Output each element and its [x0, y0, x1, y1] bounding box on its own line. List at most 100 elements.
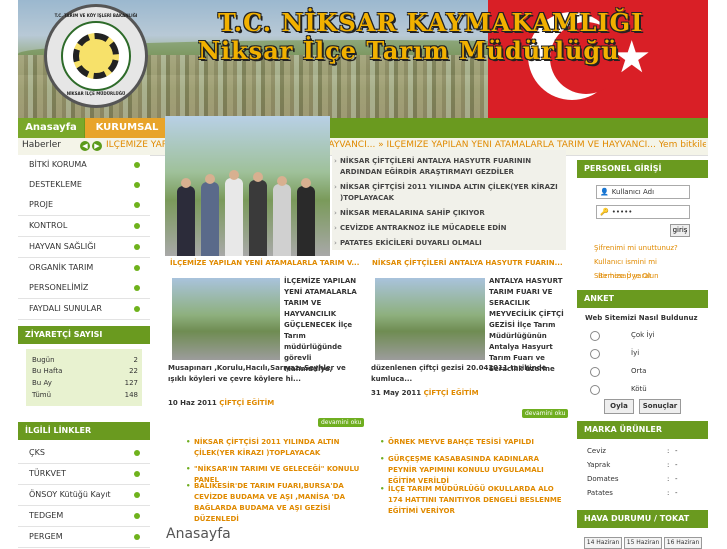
username-input[interactable]: 👤 Kullanıcı Adı — [596, 185, 690, 199]
slideshow-item[interactable]: › CEVİZDE ANTRAKNOZ İLE MÜCADELE EDİN — [334, 223, 562, 234]
sidebar-item-personelimiz[interactable]: PERSONELİMİZ — [18, 278, 150, 299]
article-summary: ANTALYA HASYURT TARIM FUARI VE SERACILIK… — [489, 277, 564, 373]
slideshow-item[interactable]: › NİKSAR ÇİFTÇİSİ 2011 YILINDA ALTIN ÇİLE… — [334, 182, 562, 204]
weather-tab[interactable]: 16 Haziran — [664, 537, 702, 549]
sidebar-item-bitki-koruma[interactable]: BİTKİ KORUMA — [18, 155, 150, 176]
link-label: ÖNSOY Kütüğü Kayıt — [29, 490, 111, 499]
visitor-stats: Bugün 2 Bu Hafta 22 Bu Ay 127 Tümü 148 — [26, 349, 142, 406]
news-bullet[interactable]: • NİKSAR ÇİFTÇİSİ 2011 YILINDA ALTIN ÇİLE… — [186, 437, 369, 459]
news-bullet[interactable]: • ÖRNEK MEYVE BAHÇE TESİSİ YAPILDI — [380, 437, 563, 448]
stat-row: Tümü 148 — [32, 391, 138, 402]
photo-person — [201, 182, 219, 256]
sidebar-item-label: KONTROL — [29, 221, 68, 230]
username-placeholder: Kullanıcı Adı — [611, 188, 655, 196]
bullet-icon — [134, 471, 140, 477]
article-image[interactable] — [375, 278, 485, 360]
arrow-icon: › — [334, 183, 337, 191]
product-row: Patates: - — [587, 489, 687, 502]
bullet-icon: • — [186, 438, 191, 446]
sidebar-item-hayvan-sagligi[interactable]: HAYVAN SAĞLIĞI — [18, 237, 150, 258]
product-row: Yaprak: - — [587, 461, 687, 474]
product-sep: : — [667, 475, 670, 483]
bullet-icon — [134, 492, 140, 498]
stat-row: Bu Hafta 22 — [32, 367, 138, 378]
login-button[interactable]: giriş — [670, 224, 690, 237]
article-image[interactable] — [172, 278, 280, 360]
news-bullet[interactable]: • BALIKESİR'DE TARIM FUARI,BURSA'DA CEVİZ… — [186, 481, 369, 525]
link-cks[interactable]: ÇKS — [18, 443, 150, 464]
article-title[interactable]: NİKSAR ÇİFTÇİLERİ ANTALYA HASYUTR FUARIN… — [372, 259, 563, 267]
vote-button[interactable]: Oyla — [604, 399, 634, 414]
stat-value: 127 — [124, 379, 138, 387]
sidebar-item-organik-tarim[interactable]: ORGANİK TARIM — [18, 258, 150, 279]
slideshow-item[interactable]: › NİKSAR MERALARINA SAHİP ÇIKIYOR — [334, 208, 562, 219]
photo-person — [273, 184, 291, 256]
ticker-prev-icon[interactable]: ◀ — [80, 141, 90, 151]
slideshow-item[interactable]: › PATATES EKİCİLERİ DUYARLI OLMALI — [334, 238, 562, 249]
main-nav: Anasayfa KURUMSAL — [18, 118, 708, 138]
weather-title: HAVA DURUMU / TOKAT — [577, 510, 708, 528]
photo-person — [225, 178, 243, 256]
article-meta: 10 Haz 2011 ÇİFTÇİ EĞİTİM — [168, 399, 274, 407]
bullet-icon — [134, 182, 140, 188]
arrow-icon: › — [334, 224, 337, 232]
poll-option-label: Kötü — [631, 385, 647, 393]
sidebar-item-destekleme[interactable]: DESTEKLEME — [18, 175, 150, 196]
ticker-label: Haberler — [22, 140, 61, 150]
links-title: İLGİLİ LİNKLER — [18, 422, 150, 440]
news-bullet[interactable]: • İLÇE TARIM MÜDÜRLÜĞÜ OKULLARDA ALO 174 … — [380, 484, 563, 517]
bullet-icon: • — [186, 482, 191, 490]
radio-button[interactable] — [590, 385, 600, 395]
article-title[interactable]: İLÇEMİZE YAPILAN YENİ ATAMALARLA TARIM V… — [170, 259, 359, 267]
article-date: 10 Haz 2011 — [168, 399, 217, 407]
sidebar-item-proje[interactable]: PROJE — [18, 195, 150, 216]
news-bullet-text: GÜRÇEŞME KASABASINDA KADINLARA PEYNİR YA… — [388, 455, 544, 485]
ministry-logo[interactable]: T.C. TARIM VE KÖY İŞLERİ BAKANLIĞI NİKSA… — [44, 4, 148, 108]
bullet-icon: • — [380, 438, 385, 446]
password-input[interactable]: 🔑 ••••• — [596, 205, 690, 219]
forgot-username-link[interactable]: Kullanıcı ismini mi — [594, 258, 657, 266]
radio-button[interactable] — [590, 331, 600, 341]
article-category[interactable]: ÇİFTÇİ EĞİTİM — [219, 399, 274, 407]
link-label: TEDGEM — [29, 511, 64, 520]
radio-button[interactable] — [590, 367, 600, 377]
nav-home[interactable]: Anasayfa — [18, 118, 84, 138]
bullet-icon: • — [380, 455, 385, 463]
read-more-button[interactable]: devamini oku — [522, 409, 569, 418]
slideshow-list: › NİKSAR ÇİFTÇİLERİ ANTALYA HASYUTR FUARI… — [332, 150, 566, 250]
ticker-next-icon[interactable]: ▶ — [92, 141, 102, 151]
slideshow-image[interactable] — [165, 116, 330, 256]
news-bullet-text: ÖRNEK MEYVE BAHÇE TESİSİ YAPILDI — [388, 438, 534, 446]
link-tedgem[interactable]: TEDGEM — [18, 506, 150, 527]
photo-person-head — [277, 176, 287, 186]
weather-tab[interactable]: 15 Haziran — [624, 537, 662, 549]
visitors-title: ZİYARETÇİ SAYISI — [18, 326, 150, 344]
sidebar-item-label: HAYVAN SAĞLIĞI — [29, 242, 96, 251]
radio-button[interactable] — [590, 349, 600, 359]
product-row: Domates: - — [587, 475, 687, 488]
stat-label: Bugün — [32, 356, 55, 364]
product-sep: : — [667, 461, 670, 469]
results-button[interactable]: Sonuçlar — [639, 399, 681, 414]
forgot-password-link[interactable]: Şifrenimi mi unuttunuz? — [594, 244, 678, 252]
slideshow-item-text: CEVİZDE ANTRAKNOZ İLE MÜCADELE EDİN — [340, 224, 507, 232]
slideshow-item[interactable]: › NİKSAR ÇİFTÇİLERİ ANTALYA HASYUTR FUARI… — [334, 156, 562, 178]
news-bullet[interactable]: • GÜRÇEŞME KASABASINDA KADINLARA PEYNİR Y… — [380, 454, 563, 487]
create-account-link[interactable]: Bir hesap yarat — [598, 272, 652, 280]
product-value: - — [675, 489, 678, 497]
sidebar-item-kontrol[interactable]: KONTROL — [18, 216, 150, 237]
article-category[interactable]: ÇİFTÇİ EĞİTİM — [424, 389, 479, 397]
product-value: - — [675, 461, 678, 469]
nav-kurumsal[interactable]: KURUMSAL — [85, 118, 169, 138]
read-more-button[interactable]: devamini oku — [318, 418, 365, 427]
sidebar-item-label: PROJE — [29, 200, 54, 209]
stat-label: Bu Ay — [32, 379, 52, 387]
link-onsoy[interactable]: ÖNSOY Kütüğü Kayıt — [18, 485, 150, 506]
bullet-icon — [134, 244, 140, 250]
products-title: MARKA ÜRÜNLER — [577, 421, 708, 439]
sidebar-item-faydali-sunular[interactable]: FAYDALI SUNULAR — [18, 299, 150, 320]
weather-tab[interactable]: 14 Haziran — [584, 537, 622, 549]
bullet-icon: • — [380, 485, 385, 493]
link-turkvet[interactable]: TÜRKVET — [18, 464, 150, 485]
photo-person-head — [253, 172, 263, 182]
